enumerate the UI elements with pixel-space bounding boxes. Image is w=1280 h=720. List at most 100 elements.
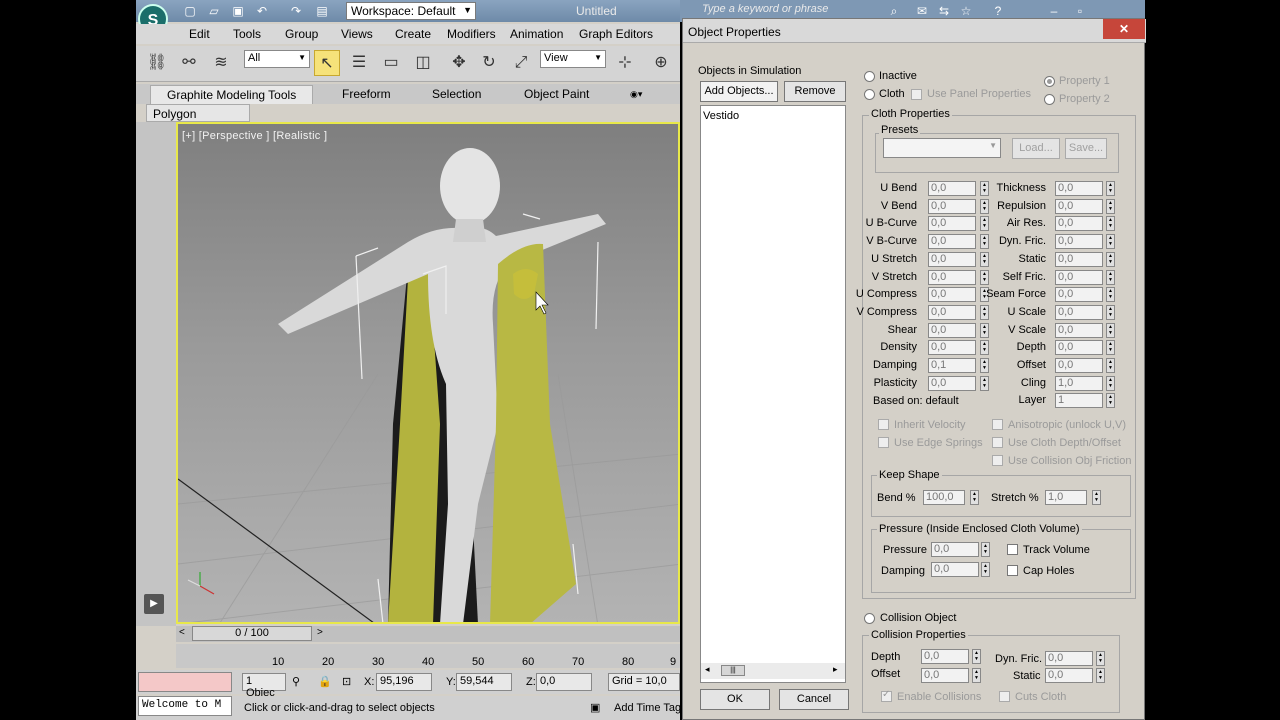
absolute-mode-icon[interactable]: ⊡ — [342, 675, 351, 688]
u-stretch-spinner[interactable]: ▲ ▼ — [980, 251, 989, 267]
unlink-icon[interactable]: ⚯ — [176, 50, 202, 76]
collision-depth-spinner[interactable]: ▲ ▼ — [972, 649, 981, 664]
v-stretch-spinner[interactable]: ▲ ▼ — [980, 269, 989, 285]
scroll-left-icon[interactable]: ◂ — [705, 664, 710, 675]
use-cloth-depth-checkbox[interactable] — [992, 437, 1003, 448]
list-scrollbar[interactable]: ◂ ||| ▸ — [701, 663, 845, 679]
depth-field[interactable]: 0,0 — [1055, 340, 1103, 356]
shear-field[interactable]: 0,0 — [928, 322, 976, 338]
tab-selection[interactable]: Selection — [432, 87, 481, 101]
depth-spinner[interactable]: ▲ ▼ — [1106, 340, 1115, 356]
bend-pct-field[interactable]: 100,0 — [923, 490, 965, 505]
tab-freeform[interactable]: Freeform — [342, 87, 391, 101]
time-tag-icon[interactable]: ▣ — [590, 701, 600, 714]
scale-icon[interactable]: ⤢ — [508, 50, 534, 76]
pressure-field[interactable]: 0,0 — [931, 542, 979, 557]
select-by-name-icon[interactable]: ☰ — [346, 50, 372, 76]
select-manipulate-icon[interactable]: ⊕ — [648, 50, 674, 76]
collision-static-field[interactable]: 0,0 — [1045, 668, 1093, 683]
u-compress-field[interactable]: 0,0 — [928, 287, 976, 303]
track-volume-checkbox[interactable] — [1007, 544, 1018, 555]
maxscript-listener[interactable] — [138, 672, 232, 692]
select-object-icon[interactable]: ↖ — [314, 50, 340, 76]
menu-tools[interactable]: Tools — [233, 27, 261, 41]
cling-spinner[interactable]: ▲ ▼ — [1106, 375, 1115, 391]
bend-pct-spinner[interactable]: ▲ ▼ — [970, 490, 979, 505]
u-b-curve-field[interactable]: 0,0 — [928, 216, 976, 232]
pivot-center-icon[interactable]: ⊹ — [612, 50, 638, 76]
repulsion-field[interactable]: 0,0 — [1055, 198, 1103, 214]
play-icon[interactable]: ▶ — [144, 594, 164, 614]
collision-offset-spinner[interactable]: ▲ ▼ — [972, 668, 981, 683]
static-spinner[interactable]: ▲ ▼ — [1106, 251, 1115, 267]
time-slider[interactable]: < 0 / 100 > — [176, 626, 680, 642]
repulsion-spinner[interactable]: ▲ ▼ — [1106, 198, 1115, 214]
menu-create[interactable]: Create — [395, 27, 431, 41]
viewport-label[interactable]: [+] [Perspective ] [Realistic ] — [182, 130, 327, 142]
menu-graph-editors[interactable]: Graph Editors — [579, 27, 653, 41]
track-bar[interactable]: 10 20 30 40 50 60 70 80 9 — [176, 644, 680, 668]
stretch-pct-field[interactable]: 1,0 — [1045, 490, 1087, 505]
cap-holes-checkbox[interactable] — [1007, 565, 1018, 576]
u-bend-field[interactable]: 0,0 — [928, 181, 976, 196]
collision-depth-field[interactable]: 0,0 — [921, 649, 969, 664]
hold-icon[interactable]: ▤ — [314, 3, 330, 19]
open-file-icon[interactable]: ▱ — [206, 3, 222, 19]
v-bend-spinner[interactable]: ▲ ▼ — [980, 198, 989, 214]
use-edge-springs-checkbox[interactable] — [878, 437, 889, 448]
x-coordinate-field[interactable]: 95,196 — [376, 673, 432, 691]
remove-button[interactable]: Remove — [784, 81, 846, 102]
new-file-icon[interactable]: ▢ — [182, 3, 198, 19]
close-button[interactable]: ✕ — [1103, 19, 1145, 39]
y-coordinate-field[interactable]: 59,544 — [456, 673, 512, 691]
use-panel-properties-checkbox[interactable] — [911, 89, 922, 100]
cling-field[interactable]: 1,0 — [1055, 375, 1103, 391]
list-item[interactable]: Vestido — [703, 110, 739, 122]
density-field[interactable]: 0,0 — [928, 340, 976, 356]
polygon-modeling-panel[interactable]: Polygon Modeling — [146, 104, 250, 135]
subscription-icon[interactable]: ✉ — [914, 3, 930, 19]
isolate-icon[interactable]: ⚲ — [292, 675, 300, 688]
stretch-pct-spinner[interactable]: ▲ ▼ — [1092, 490, 1101, 505]
inherit-velocity-checkbox[interactable] — [878, 419, 889, 430]
window-crossing-icon[interactable]: ◫ — [410, 50, 436, 76]
collision-dyn-fric-field[interactable]: 0,0 — [1045, 651, 1093, 666]
cloth-radio[interactable] — [864, 89, 875, 100]
communication-icon[interactable]: ⇆ — [936, 3, 952, 19]
tab-object-paint[interactable]: Object Paint — [524, 87, 589, 101]
selection-filter-dropdown[interactable]: All ▼ — [244, 50, 310, 68]
use-collision-friction-checkbox[interactable] — [992, 455, 1003, 466]
v-stretch-field[interactable]: 0,0 — [928, 269, 976, 285]
u-b-curve-spinner[interactable]: ▲ ▼ — [980, 216, 989, 232]
u-stretch-field[interactable]: 0,0 — [928, 251, 976, 267]
welcome-field[interactable]: Welcome to M — [138, 696, 232, 716]
collision-object-radio[interactable] — [864, 613, 875, 624]
menu-group[interactable]: Group — [285, 27, 318, 41]
property1-radio[interactable] — [1044, 76, 1055, 87]
menu-animation[interactable]: Animation — [510, 27, 563, 41]
damping-field[interactable]: 0,1 — [928, 358, 976, 373]
self-fric-spinner[interactable]: ▲ ▼ — [1106, 269, 1115, 285]
plasticity-field[interactable]: 0,0 — [928, 375, 976, 391]
dyn-fric-spinner[interactable]: ▲ ▼ — [1106, 234, 1115, 250]
perspective-viewport[interactable]: [+] [Perspective ] [Realistic ] — [176, 122, 680, 624]
ok-button[interactable]: OK — [700, 689, 770, 710]
load-button[interactable]: Load... — [1012, 138, 1060, 159]
thickness-spinner[interactable]: ▲ ▼ — [1106, 181, 1115, 196]
lock-icon[interactable]: 🔒 — [318, 675, 332, 688]
link-icon[interactable]: ⛓ — [144, 50, 170, 76]
property2-radio[interactable] — [1044, 94, 1055, 105]
offset-field[interactable]: 0,0 — [1055, 358, 1103, 373]
plasticity-spinner[interactable]: ▲ ▼ — [980, 375, 989, 391]
menu-modifiers[interactable]: Modifiers — [447, 27, 496, 41]
v-compress-field[interactable]: 0,0 — [928, 304, 976, 320]
ribbon-options-icon[interactable]: ◉▾ — [630, 89, 642, 100]
presets-dropdown[interactable]: ▼ — [883, 138, 1001, 158]
favorites-icon[interactable]: ☆ — [958, 3, 974, 19]
rectangular-selection-icon[interactable]: ▭ — [378, 50, 404, 76]
prev-frame-icon[interactable]: < — [179, 627, 185, 638]
undo-icon[interactable]: ↶ — [254, 3, 270, 19]
save-button[interactable]: Save... — [1065, 138, 1107, 159]
pressure-spinner[interactable]: ▲ ▼ — [981, 542, 990, 557]
v-scale-spinner[interactable]: ▲ ▼ — [1106, 322, 1115, 338]
